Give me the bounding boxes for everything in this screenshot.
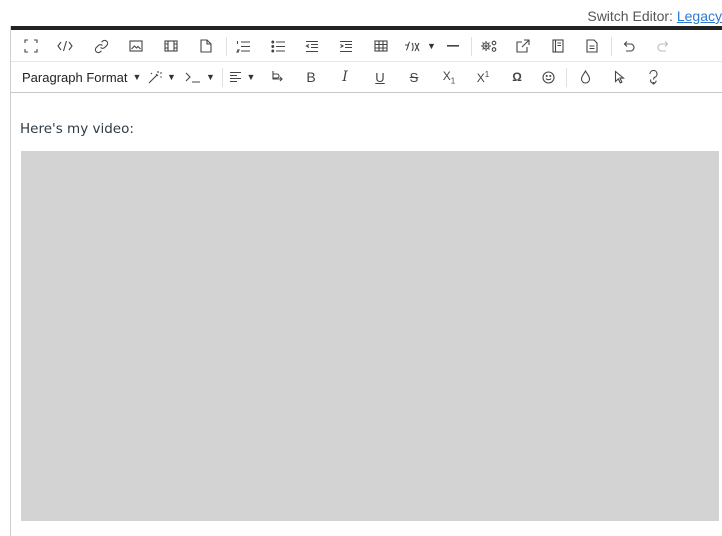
align-button[interactable]: ▼: [225, 62, 259, 92]
toolbar-separator: [222, 68, 223, 87]
horizontal-rule-button[interactable]: [439, 31, 467, 61]
embedded-video-placeholder[interactable]: [21, 151, 719, 521]
text-direction-icon: [271, 70, 284, 84]
insert-document-button[interactable]: [192, 31, 220, 61]
paragraph-direction-button[interactable]: [263, 62, 291, 92]
emoji-button[interactable]: [534, 62, 562, 92]
magic-wand-icon: [148, 70, 163, 84]
terminal-icon: [185, 71, 201, 83]
insert-image-button[interactable]: [122, 31, 150, 61]
superscript-mark: 1: [484, 69, 490, 79]
accessibility-icon: [648, 69, 659, 85]
underline-button[interactable]: U: [366, 62, 394, 92]
toolbar-row-2: Paragraph Format ▼ ▼ ▼ ▼ B I U S X1 X1 Ω: [11, 61, 722, 92]
bold-label: B: [306, 69, 316, 85]
undo-icon: [622, 40, 635, 53]
toolbar-separator: [471, 37, 472, 56]
text-color-button[interactable]: [571, 62, 599, 92]
redo-button[interactable]: [649, 31, 677, 61]
page-icon: [586, 39, 598, 53]
film-icon: [164, 40, 178, 52]
outdent-button[interactable]: [298, 31, 326, 61]
omega-icon: Ω: [512, 70, 522, 84]
code-format-button[interactable]: ▼: [182, 62, 218, 92]
chevron-down-icon: ▼: [206, 72, 215, 82]
toolbar-separator: [611, 37, 612, 56]
indent-icon: [339, 40, 353, 53]
superscript-label: X1: [477, 70, 489, 85]
superscript-base: X: [476, 70, 485, 85]
bold-button[interactable]: B: [297, 62, 325, 92]
chevron-down-icon: ▼: [167, 72, 176, 82]
switch-editor-text: Switch Editor: Legacy: [587, 8, 722, 24]
subscript-label: X1: [443, 69, 455, 85]
magic-format-button[interactable]: ▼: [145, 62, 179, 92]
indent-button[interactable]: [332, 31, 360, 61]
redo-icon: [656, 40, 670, 53]
undo-button[interactable]: [614, 31, 642, 61]
editor-content-area[interactable]: Here's my video:: [11, 93, 722, 533]
strikethrough-label: S: [409, 69, 419, 85]
link-icon: [94, 39, 109, 54]
chevron-down-icon: ▼: [427, 41, 436, 51]
apps-button[interactable]: [474, 31, 504, 61]
subscript-button[interactable]: X1: [435, 62, 463, 92]
apps-gear-icon: [480, 39, 498, 53]
editor-top-border: [11, 26, 722, 30]
ordered-list-button[interactable]: [229, 31, 257, 61]
droplet-icon: [580, 70, 591, 84]
switch-editor-legacy-link[interactable]: Legacy: [677, 8, 722, 24]
table-icon: [374, 40, 388, 52]
rich-text-editor: ▼ Paragraph Format ▼ ▼ ▼ ▼ B I U S X1 X1…: [10, 26, 722, 536]
paragraph-format-dropdown[interactable]: Paragraph Format ▼: [13, 62, 141, 92]
subscript-mark: 1: [450, 76, 456, 86]
book-icon: [552, 39, 564, 53]
switch-editor-bar: Switch Editor: Legacy: [0, 0, 722, 26]
special-character-button[interactable]: Ω: [503, 62, 531, 92]
toolbar-row-1: ▼: [11, 31, 722, 61]
italic-label: I: [342, 69, 348, 85]
math-icon: [404, 40, 422, 53]
superscript-button[interactable]: X1: [469, 62, 497, 92]
strikethrough-button[interactable]: S: [400, 62, 428, 92]
content-button[interactable]: [544, 31, 572, 61]
insert-equation-button[interactable]: ▼: [402, 31, 438, 61]
ordered-list-icon: [235, 40, 251, 53]
bullet-list-icon: [270, 40, 286, 53]
insert-table-button[interactable]: [367, 31, 395, 61]
image-icon: [129, 40, 143, 52]
fullscreen-icon: [24, 39, 38, 53]
minus-icon: [447, 44, 459, 48]
code-icon: [57, 40, 73, 52]
document-icon: [200, 39, 212, 53]
paragraph-format-label: Paragraph Format: [22, 69, 128, 85]
fullscreen-button[interactable]: [17, 31, 45, 61]
content-paragraph[interactable]: Here's my video:: [20, 121, 134, 137]
toolbar-separator: [566, 68, 567, 87]
select-element-button[interactable]: [605, 62, 633, 92]
chevron-down-icon: ▼: [132, 72, 142, 82]
outdent-icon: [305, 40, 319, 53]
toolbar-separator: [226, 37, 227, 56]
underline-label: U: [375, 69, 385, 85]
insert-link-button[interactable]: [87, 31, 115, 61]
insert-media-button[interactable]: [157, 31, 185, 61]
align-left-icon: [229, 71, 242, 83]
external-link-icon: [516, 39, 530, 53]
cursor-pointer-icon: [614, 70, 625, 84]
chevron-down-icon: ▼: [246, 72, 256, 82]
html-source-button[interactable]: [51, 31, 79, 61]
external-tool-button[interactable]: [509, 31, 537, 61]
accessibility-checker-button[interactable]: [639, 62, 667, 92]
page-button[interactable]: [578, 31, 606, 61]
switch-editor-label: Switch Editor:: [587, 8, 677, 24]
subscript-base: X: [442, 68, 451, 83]
smiley-icon: [541, 70, 555, 84]
bullet-list-button[interactable]: [264, 31, 292, 61]
italic-button[interactable]: I: [331, 62, 359, 92]
